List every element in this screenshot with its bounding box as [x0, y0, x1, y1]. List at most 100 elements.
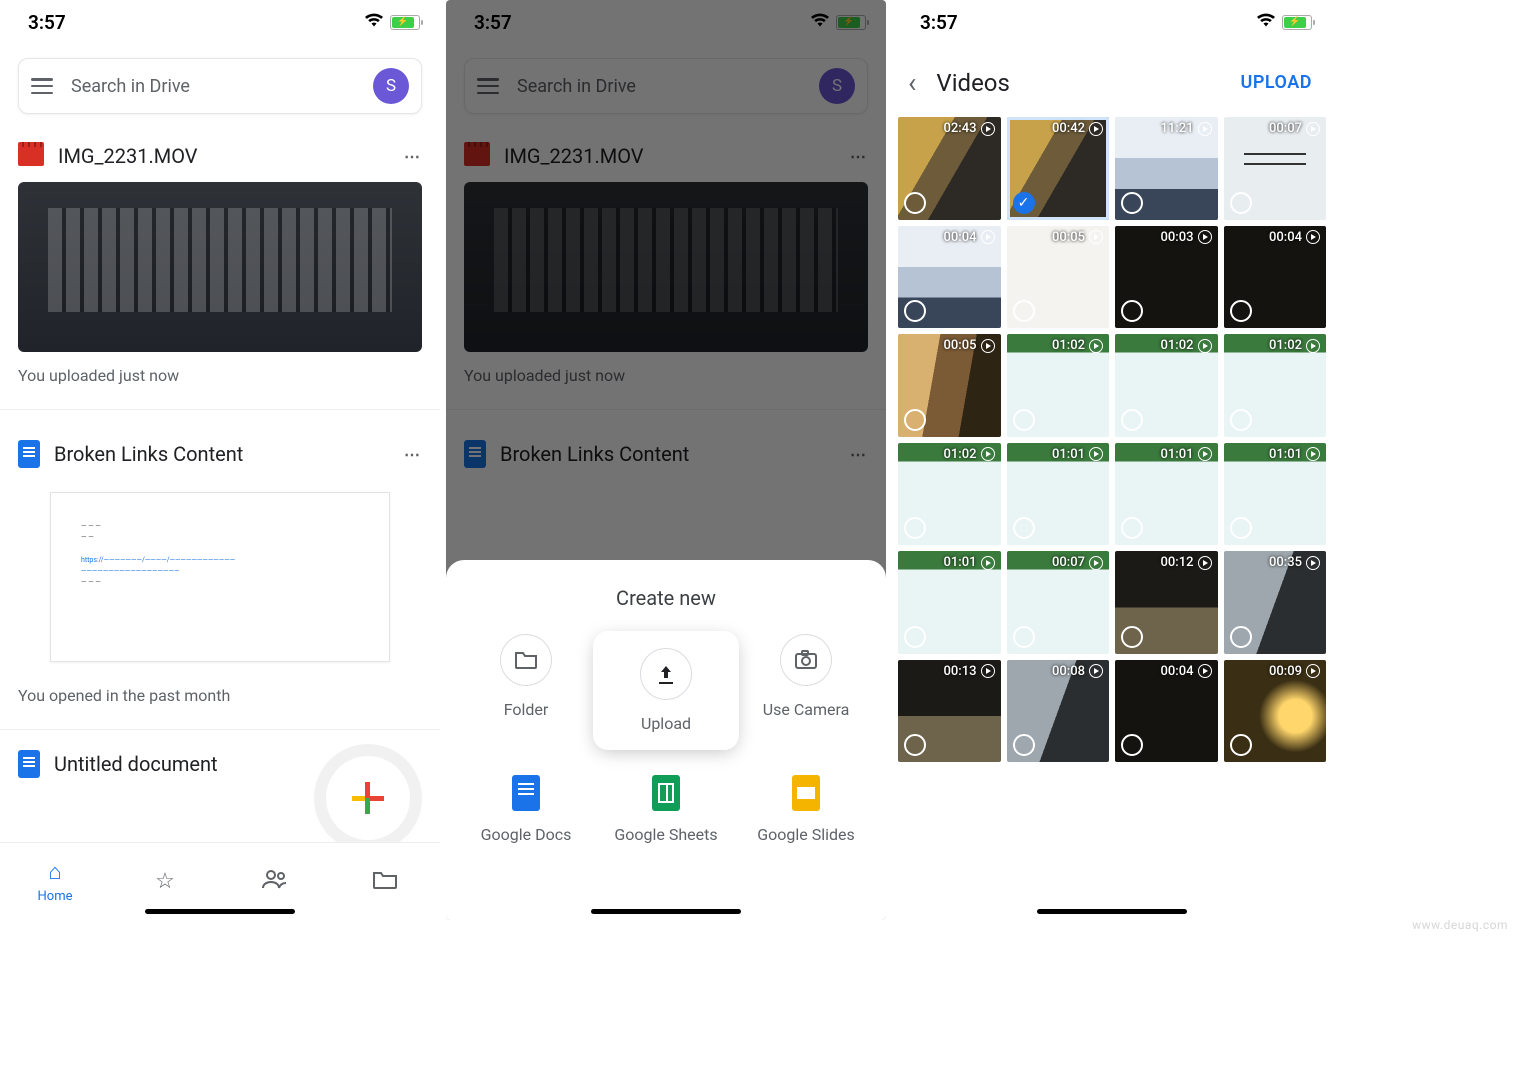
- nav-label: Home: [38, 889, 73, 904]
- play-icon: [1306, 339, 1320, 353]
- select-circle[interactable]: [904, 300, 926, 322]
- select-circle[interactable]: [1013, 409, 1035, 431]
- video-duration: 01:01: [1052, 447, 1103, 462]
- play-icon: [1306, 556, 1320, 570]
- nav-home[interactable]: ⌂ Home: [0, 843, 110, 920]
- video-thumb[interactable]: 11:21: [1115, 117, 1218, 220]
- select-circle[interactable]: [1121, 300, 1143, 322]
- create-docs[interactable]: Google Docs: [456, 775, 596, 844]
- video-thumb[interactable]: 00:42: [1007, 117, 1110, 220]
- upload-button[interactable]: UPLOAD: [1241, 72, 1313, 93]
- video-thumbnail[interactable]: [18, 182, 422, 352]
- battery-icon: ⚡: [390, 15, 420, 30]
- more-icon[interactable]: ⋯: [404, 445, 422, 464]
- video-thumb[interactable]: 00:04: [898, 226, 1001, 329]
- select-circle[interactable]: [1121, 734, 1143, 756]
- select-circle[interactable]: [1121, 409, 1143, 431]
- select-circle[interactable]: [1013, 300, 1035, 322]
- play-icon: [981, 339, 995, 353]
- sheet-item-label: Use Camera: [763, 700, 850, 719]
- video-thumb[interactable]: 00:09: [1224, 660, 1327, 763]
- select-circle[interactable]: [904, 734, 926, 756]
- video-thumb[interactable]: 00:05: [898, 334, 1001, 437]
- video-duration: 00:05: [1052, 230, 1103, 245]
- video-thumb[interactable]: 00:05: [1007, 226, 1110, 329]
- video-thumb[interactable]: 01:01: [898, 551, 1001, 654]
- select-circle[interactable]: [904, 192, 926, 214]
- camera-icon: [780, 634, 832, 686]
- play-icon: [981, 230, 995, 244]
- video-thumb[interactable]: 02:43: [898, 117, 1001, 220]
- video-thumb[interactable]: 00:03: [1115, 226, 1218, 329]
- home-icon: ⌂: [48, 859, 61, 885]
- select-circle[interactable]: [1121, 517, 1143, 539]
- star-icon: ☆: [155, 869, 175, 894]
- screen-video-picker: 3:57 ⚡ ‹ Videos UPLOAD 02:4300:4211:2100…: [892, 0, 1332, 920]
- video-thumb[interactable]: 01:02: [1224, 334, 1327, 437]
- play-icon: [1089, 122, 1103, 136]
- video-thumb[interactable]: 00:04: [1224, 226, 1327, 329]
- account-avatar[interactable]: S: [373, 68, 409, 104]
- select-circle[interactable]: [1230, 626, 1252, 648]
- select-circle[interactable]: [1230, 409, 1252, 431]
- select-circle[interactable]: [1230, 734, 1252, 756]
- video-thumb[interactable]: 00:07: [1224, 117, 1327, 220]
- file-row-video[interactable]: IMG_2231.MOV ⋯: [0, 114, 440, 182]
- play-icon: [1198, 664, 1212, 678]
- status-bar: 3:57 ⚡: [0, 0, 440, 44]
- video-thumb[interactable]: 01:01: [1007, 443, 1110, 546]
- video-thumb[interactable]: 00:04: [1115, 660, 1218, 763]
- home-indicator[interactable]: [145, 909, 295, 914]
- create-slides[interactable]: Google Slides: [736, 775, 876, 844]
- video-duration: 01:02: [1052, 338, 1103, 353]
- doc-file-icon: [18, 750, 40, 778]
- picker-title: Videos: [926, 69, 1240, 97]
- video-thumb[interactable]: 00:12: [1115, 551, 1218, 654]
- select-circle[interactable]: [1013, 517, 1035, 539]
- nav-files[interactable]: [330, 843, 440, 920]
- select-circle[interactable]: [1013, 626, 1035, 648]
- select-circle[interactable]: [1230, 517, 1252, 539]
- create-camera[interactable]: Use Camera: [736, 634, 876, 747]
- back-button[interactable]: ‹: [904, 62, 926, 103]
- select-circle[interactable]: [1121, 626, 1143, 648]
- play-icon: [981, 556, 995, 570]
- select-circle[interactable]: [1230, 300, 1252, 322]
- play-icon: [1306, 664, 1320, 678]
- create-upload[interactable]: Upload: [596, 634, 736, 747]
- create-sheets[interactable]: Google Sheets: [596, 775, 736, 844]
- doc-thumbnail[interactable]: — — —— — https://———————/————/——————————…: [18, 482, 422, 672]
- video-thumb[interactable]: 01:02: [1115, 334, 1218, 437]
- screen-drive-home: 3:57 ⚡ Search in Drive S IMG_2231.MOV ⋯ …: [0, 0, 440, 920]
- select-circle[interactable]: [1013, 192, 1035, 214]
- select-circle[interactable]: [1230, 192, 1252, 214]
- select-circle[interactable]: [904, 517, 926, 539]
- sheet-item-label: Upload: [641, 714, 691, 733]
- search-bar[interactable]: Search in Drive S: [18, 58, 422, 114]
- play-icon: [981, 664, 995, 678]
- fab-new-button[interactable]: [326, 756, 410, 840]
- more-icon[interactable]: ⋯: [404, 147, 422, 166]
- select-circle[interactable]: [1121, 192, 1143, 214]
- menu-icon[interactable]: [31, 78, 53, 94]
- video-thumb[interactable]: 00:08: [1007, 660, 1110, 763]
- file-meta: You uploaded just now: [0, 352, 440, 410]
- file-row-doc[interactable]: Broken Links Content ⋯: [0, 410, 440, 482]
- wifi-icon: [364, 12, 384, 33]
- home-indicator[interactable]: [591, 909, 741, 914]
- video-thumb[interactable]: 01:01: [1115, 443, 1218, 546]
- select-circle[interactable]: [1013, 734, 1035, 756]
- status-bar: 3:57 ⚡: [892, 0, 1332, 44]
- video-duration: 00:04: [944, 230, 995, 245]
- video-thumb[interactable]: 00:13: [898, 660, 1001, 763]
- home-indicator[interactable]: [1037, 909, 1187, 914]
- video-thumb[interactable]: 00:07: [1007, 551, 1110, 654]
- file-name: Broken Links Content: [54, 442, 390, 466]
- select-circle[interactable]: [904, 626, 926, 648]
- video-thumb[interactable]: 00:35: [1224, 551, 1327, 654]
- video-thumb[interactable]: 01:02: [1007, 334, 1110, 437]
- video-thumb[interactable]: 01:02: [898, 443, 1001, 546]
- select-circle[interactable]: [904, 409, 926, 431]
- create-folder[interactable]: Folder: [456, 634, 596, 747]
- video-thumb[interactable]: 01:01: [1224, 443, 1327, 546]
